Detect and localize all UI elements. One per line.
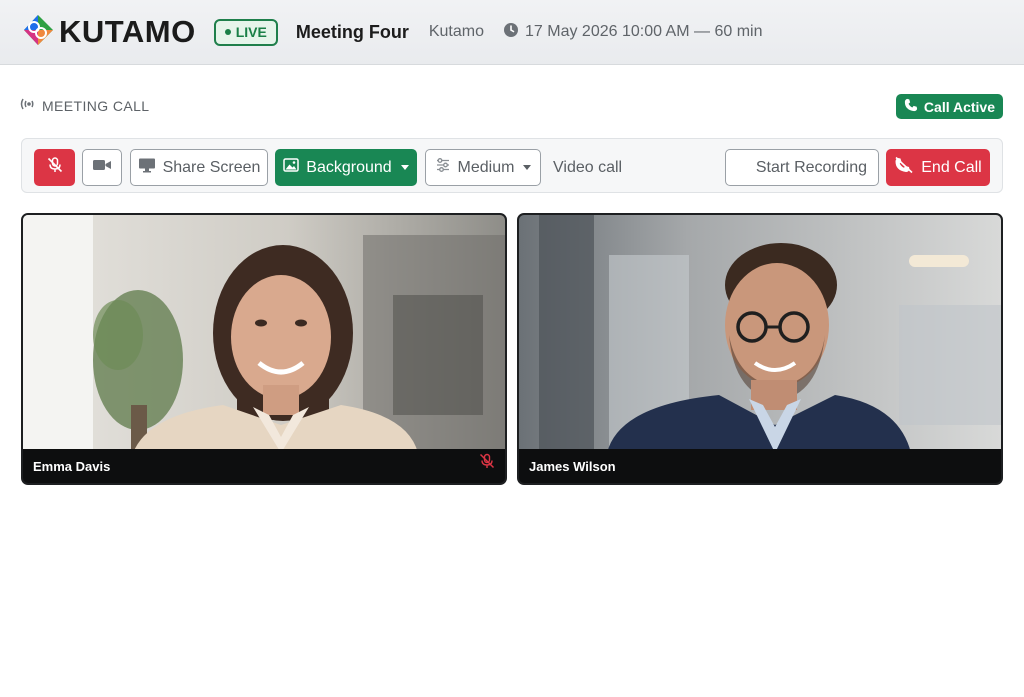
clock-icon — [503, 22, 519, 43]
image-icon — [283, 158, 300, 177]
live-label: LIVE — [235, 24, 267, 40]
camera-toggle-button[interactable] — [82, 149, 122, 186]
background-label: Background — [306, 158, 392, 176]
participant-tile[interactable]: Emma Davis — [21, 213, 507, 485]
mute-toggle-button[interactable] — [34, 149, 75, 186]
mic-off-icon — [479, 453, 495, 474]
meeting-title: Meeting Four — [295, 21, 409, 42]
live-dot-icon — [224, 29, 231, 35]
signal-icon — [20, 97, 36, 114]
participant-caption: James Wilson — [519, 449, 1001, 483]
quality-label: Medium — [457, 158, 515, 176]
video-icon — [92, 158, 112, 177]
end-call-label: End Call — [921, 158, 982, 176]
schedule-text: 17 May 2026 10:00 AM — 60 min — [525, 23, 763, 40]
share-screen-label: Share Screen — [162, 158, 261, 176]
participant-name: James Wilson — [529, 458, 616, 474]
start-recording-button[interactable]: Start Recording — [725, 149, 879, 186]
organization-name: Kutamo — [428, 23, 484, 40]
start-recording-label: Start Recording — [755, 158, 867, 176]
phone-hangup-icon — [894, 156, 914, 179]
share-screen-button[interactable]: Share Screen — [130, 149, 268, 186]
meeting-schedule: 17 May 2026 10:00 AM — 60 min — [503, 22, 762, 43]
call-status-label: Call Active — [923, 98, 995, 115]
monitor-icon — [138, 157, 156, 178]
quality-dropdown-button[interactable]: Medium — [425, 149, 541, 186]
chevron-down-icon — [400, 165, 409, 170]
participant-caption: Emma Davis — [23, 449, 505, 483]
live-badge: LIVE — [213, 18, 278, 46]
participant-video — [519, 215, 1001, 453]
section-label: MEETING CALL — [42, 97, 150, 114]
section-heading: MEETING CALL — [20, 97, 150, 114]
call-toolbar: Share Screen Background Medium Video cal… — [21, 138, 1003, 193]
brand-name: KUTAMO — [59, 14, 196, 49]
background-dropdown-button[interactable]: Background — [275, 149, 417, 186]
call-mode-text: Video call — [553, 158, 623, 176]
top-bar: KUTAMO LIVE Meeting Four Kutamo 17 May 2… — [0, 0, 1024, 65]
call-status-badge: Call Active — [895, 94, 1003, 119]
phone-icon — [904, 98, 918, 115]
sliders-icon — [435, 157, 451, 178]
kutamo-logo-icon — [20, 12, 56, 53]
participant-video — [23, 215, 505, 453]
mic-off-icon — [46, 156, 64, 179]
participant-tile[interactable]: James Wilson — [517, 213, 1003, 485]
chevron-down-icon — [523, 165, 532, 170]
end-call-button[interactable]: End Call — [886, 149, 990, 186]
participant-name: Emma Davis — [33, 458, 111, 474]
brand-logo[interactable]: KUTAMO — [20, 12, 196, 53]
